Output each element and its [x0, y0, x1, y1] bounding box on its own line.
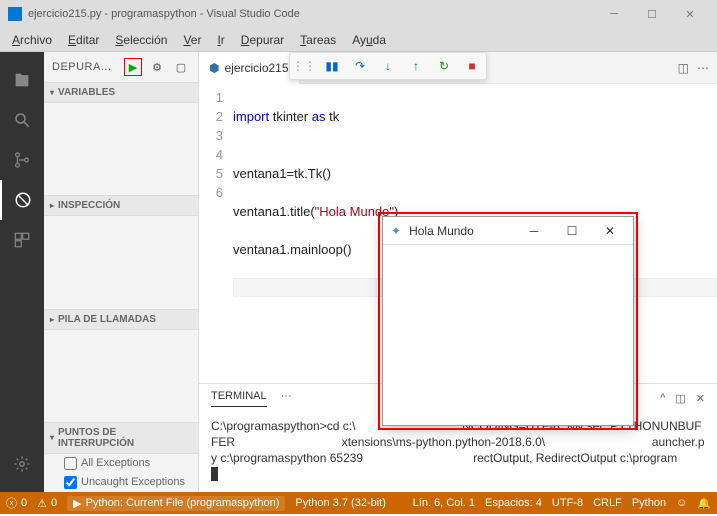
start-debug-button[interactable]: ▶	[124, 58, 142, 76]
tkinter-title: Hola Mundo	[409, 224, 474, 238]
status-encoding[interactable]: UTF-8	[552, 497, 583, 509]
menubar: Archivo Editar Selección Ver Ir Depurar …	[0, 28, 717, 52]
menu-editar[interactable]: Editar	[60, 31, 107, 49]
sidebar-title: DEPURA...	[52, 61, 118, 73]
step-over-button[interactable]: ↷	[352, 58, 368, 74]
breakpoint-all-exceptions[interactable]: All Exceptions	[44, 454, 198, 473]
extensions-icon[interactable]	[0, 220, 44, 260]
tkinter-close-button[interactable]: ✕	[595, 224, 625, 238]
vscode-icon	[8, 7, 22, 21]
status-bell-icon[interactable]: 🔔	[697, 497, 711, 510]
step-out-button[interactable]: ↑	[408, 58, 424, 74]
debug-sidebar: DEPURA... ▶ ⚙ ▢ VARIABLES INSPECCIÓN PIL…	[44, 52, 199, 492]
terminal-tab[interactable]: TERMINAL	[211, 390, 267, 407]
terminal-close-icon[interactable]: ✕	[696, 392, 705, 405]
status-feedback-icon[interactable]: ☺	[676, 497, 687, 509]
menu-ver[interactable]: Ver	[175, 31, 209, 49]
restart-button[interactable]: ↻	[436, 58, 452, 74]
window-close-button[interactable]: ✕	[671, 0, 709, 28]
more-actions-icon[interactable]: ⋯	[697, 61, 709, 75]
section-variables[interactable]: VARIABLES	[44, 82, 198, 103]
window-minimize-button[interactable]: ─	[595, 0, 633, 28]
tkinter-window[interactable]: ✦ Hola Mundo ─ ☐ ✕	[382, 216, 634, 426]
step-into-button[interactable]: ↓	[380, 58, 396, 74]
menu-tareas[interactable]: Tareas	[292, 31, 344, 49]
status-indent[interactable]: Espacios: 4	[485, 497, 542, 509]
status-language[interactable]: Python	[632, 497, 666, 509]
breakpoint-all-checkbox[interactable]	[64, 457, 77, 470]
tkinter-maximize-button[interactable]: ☐	[557, 224, 587, 238]
tab-row: ⬢ ejercicio215 ⋮⋮ ▮▮ ↷ ↓ ↑ ↻ ■ ◫ ⋯	[199, 52, 717, 84]
menu-depurar[interactable]: Depurar	[233, 31, 292, 49]
status-warnings[interactable]: ⚠ 0	[37, 497, 57, 510]
line-gutter: 123456	[199, 88, 233, 383]
terminal-cursor	[211, 467, 218, 481]
terminal-split-icon[interactable]: ◫	[675, 392, 685, 405]
window-title: ejercicio215.py - programaspython - Visu…	[28, 8, 300, 20]
section-inspeccion[interactable]: INSPECCIÓN	[44, 195, 198, 216]
section-puntos[interactable]: PUNTOS DE INTERRUPCIÓN	[44, 422, 198, 454]
tkinter-feather-icon: ✦	[391, 224, 401, 238]
menu-ayuda[interactable]: Ayuda	[344, 31, 394, 49]
terminal-maximize-icon[interactable]: ^	[660, 392, 665, 405]
source-control-icon[interactable]	[0, 140, 44, 180]
tab-filename: ejercicio215	[224, 61, 288, 75]
terminal-more[interactable]: ···	[281, 390, 292, 406]
menu-archivo[interactable]: Archivo	[4, 31, 60, 49]
stop-button[interactable]: ■	[464, 58, 480, 74]
python-file-icon: ⬢	[209, 61, 219, 75]
debug-console-icon[interactable]: ▢	[172, 58, 190, 76]
status-errors[interactable]: ⓧ 0	[6, 495, 27, 511]
explorer-icon[interactable]	[0, 60, 44, 100]
status-debug-config[interactable]: ▶ Python: Current File (programaspython)	[67, 496, 285, 511]
status-eol[interactable]: CRLF	[593, 497, 622, 509]
menu-seleccion[interactable]: Selección	[107, 31, 175, 49]
settings-gear-icon[interactable]	[0, 444, 44, 484]
drag-handle-icon[interactable]: ⋮⋮	[296, 58, 312, 74]
pause-button[interactable]: ▮▮	[324, 58, 340, 74]
activity-bar	[0, 52, 44, 492]
split-editor-icon[interactable]: ◫	[678, 61, 689, 75]
debug-icon[interactable]	[0, 180, 44, 220]
search-icon[interactable]	[0, 100, 44, 140]
window-maximize-button[interactable]: ☐	[633, 0, 671, 28]
status-bar: ⓧ 0 ⚠ 0 ▶ Python: Current File (programa…	[0, 492, 717, 514]
status-cursor-pos[interactable]: Lín. 6, Col. 1	[413, 497, 475, 509]
window-titlebar: ejercicio215.py - programaspython - Visu…	[0, 0, 717, 28]
status-interpreter[interactable]: Python 3.7 (32-bit)	[295, 497, 386, 509]
section-pila[interactable]: PILA DE LLAMADAS	[44, 309, 198, 330]
tkinter-titlebar[interactable]: ✦ Hola Mundo ─ ☐ ✕	[383, 217, 633, 245]
tkinter-minimize-button[interactable]: ─	[519, 224, 549, 238]
tab-ejercicio215[interactable]: ⬢ ejercicio215	[199, 52, 300, 84]
debug-toolbar[interactable]: ⋮⋮ ▮▮ ↷ ↓ ↑ ↻ ■	[289, 52, 487, 80]
breakpoint-uncaught-checkbox[interactable]	[64, 476, 77, 489]
breakpoint-uncaught-exceptions[interactable]: Uncaught Exceptions	[44, 473, 198, 492]
debug-config-gear-icon[interactable]: ⚙	[148, 58, 166, 76]
menu-ir[interactable]: Ir	[209, 31, 232, 49]
